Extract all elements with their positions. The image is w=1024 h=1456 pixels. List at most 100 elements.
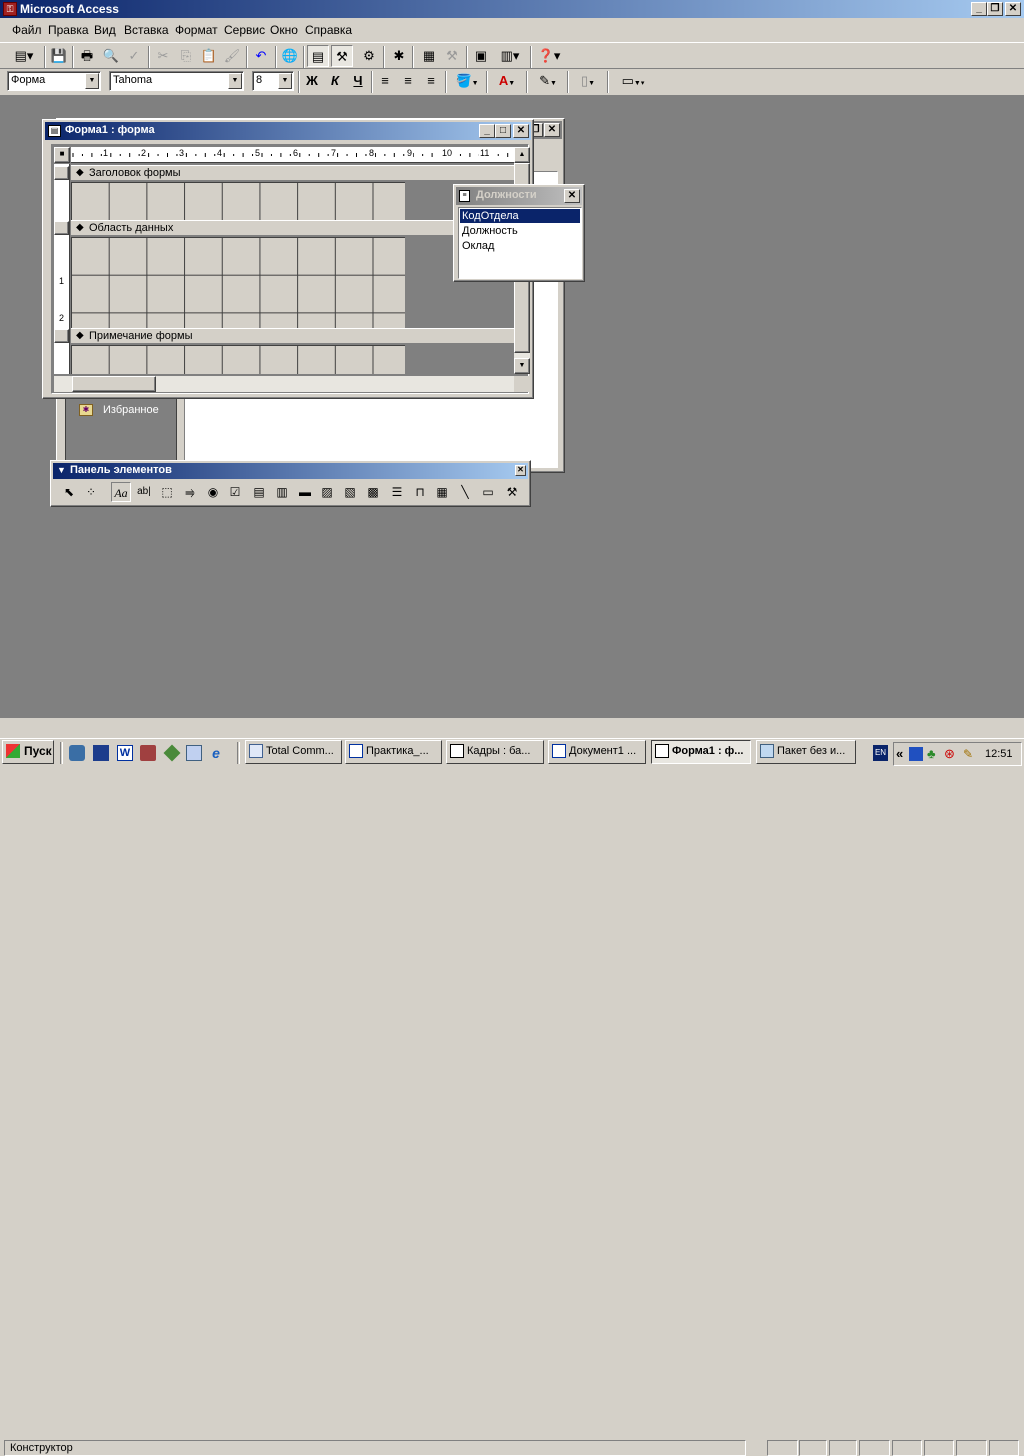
toggle-button-icon[interactable]: ⥤ (180, 482, 200, 502)
paste-icon[interactable]: 📋 (198, 45, 220, 67)
fill-color-icon[interactable]: 🪣▼ (449, 70, 485, 92)
label-icon[interactable]: Aa (111, 482, 131, 502)
form-footer-grid[interactable] (71, 345, 405, 374)
db-window-close-button[interactable]: ✕ (544, 123, 560, 137)
menu-help[interactable]: Справка (305, 23, 352, 37)
form-window-titlebar[interactable]: ▤ Форма1 : форма (45, 122, 531, 140)
taskbar-button[interactable]: Пакет без и... (756, 740, 856, 764)
undo-icon[interactable]: ↶ (250, 45, 272, 67)
form-minimize-button[interactable]: _ (479, 124, 495, 138)
menu-window[interactable]: Окно (270, 23, 298, 37)
line-color-icon[interactable]: ✎▼ (530, 70, 566, 92)
build-icon[interactable]: ⚒ (441, 45, 463, 67)
field-item[interactable]: КодОтдела (460, 209, 580, 223)
view-button[interactable]: ▤▾ (8, 45, 40, 67)
print-icon[interactable]: 🖶 (76, 45, 98, 67)
form-close-button[interactable]: ✕ (513, 124, 529, 138)
field-list-close-button[interactable]: ✕ (564, 189, 580, 203)
network-icon[interactable] (909, 747, 923, 761)
option-button-icon[interactable]: ◉ (203, 482, 223, 502)
command-button-icon[interactable]: ▬ (295, 482, 315, 502)
taskbar-button-active[interactable]: Форма1 : ф... (651, 740, 751, 764)
checkbox-icon[interactable]: ☑ (225, 482, 245, 502)
code-icon[interactable]: ✱ (388, 45, 410, 67)
control-wizards-icon[interactable]: ⁘ (81, 482, 101, 502)
field-list-box[interactable]: КодОтдела Должность Оклад (458, 207, 582, 279)
bold-button[interactable]: Ж (301, 70, 323, 92)
menu-view[interactable]: Вид (94, 23, 116, 37)
new-object-icon[interactable]: ▥▾ (494, 45, 526, 67)
help-icon[interactable]: ❓▾ (534, 45, 564, 67)
detail-grid[interactable] (71, 237, 405, 328)
bound-object-frame-icon[interactable]: ▩ (363, 482, 383, 502)
taskbar-button[interactable]: Кадры : ба... (446, 740, 544, 764)
scroll-down-button[interactable]: ▼ (514, 358, 530, 374)
form-maximize-button[interactable]: □ (495, 124, 511, 138)
acrobat-icon[interactable]: ⊛ (944, 747, 960, 761)
font-size-combo[interactable]: 8 ▼ (252, 71, 294, 91)
toolbox-icon[interactable]: ⚒ (331, 45, 353, 67)
horizontal-scrollbar[interactable] (54, 376, 514, 392)
access-icon[interactable] (140, 745, 156, 761)
list-box-icon[interactable]: ▥ (272, 482, 292, 502)
hyperlink-icon[interactable]: 🌐 (279, 45, 301, 67)
toolbox-menu-arrow-icon[interactable]: ▼ (57, 465, 66, 475)
notes-icon[interactable] (186, 745, 202, 761)
form-header-section-bar[interactable]: ◆ Заголовок формы (71, 165, 516, 181)
font-color-icon[interactable]: A▼ (490, 70, 524, 92)
app-close-button[interactable]: ✕ (1005, 2, 1021, 16)
toolbox-titlebar[interactable]: ▼ Панель элементов ✕ (53, 463, 528, 479)
cut-icon[interactable]: ✂ (152, 45, 174, 67)
green-app-icon[interactable]: ♣ (927, 747, 941, 761)
properties-icon[interactable]: ▦ (418, 45, 440, 67)
save-icon[interactable]: 💾 (48, 45, 70, 67)
menu-tools[interactable]: Сервис (224, 23, 265, 37)
special-effect-icon[interactable]: ▭▼▾ (611, 70, 655, 92)
image-icon[interactable]: ▨ (317, 482, 337, 502)
chevron-down-icon[interactable]: ▼ (278, 73, 292, 89)
form-header-grid[interactable] (71, 182, 405, 220)
form-footer-section-bar[interactable]: ◆ Примечание формы (71, 328, 516, 344)
align-left-icon[interactable]: ≡ (374, 70, 396, 92)
taskbar-button[interactable]: Документ1 ... (548, 740, 646, 764)
app-minimize-button[interactable]: _ (971, 2, 987, 16)
more-controls-icon[interactable]: ⚒ (502, 482, 522, 502)
font-combo[interactable]: Tahoma ▼ (109, 71, 244, 91)
field-item[interactable]: Оклад (460, 239, 580, 253)
pencil-tray-icon[interactable]: ✎ (963, 747, 977, 761)
menu-edit[interactable]: Правка (48, 23, 89, 37)
underline-button[interactable]: Ч (347, 70, 369, 92)
copy-icon[interactable]: ⎘ (175, 45, 197, 67)
field-item[interactable]: Должность (460, 224, 580, 238)
unbound-object-frame-icon[interactable]: ▧ (340, 482, 360, 502)
app-title-bar[interactable]: ⚿ Microsoft Access _ ❐ ✕ (0, 0, 1024, 18)
detail-section-bar[interactable]: ◆ Область данных (71, 220, 516, 236)
select-objects-icon[interactable]: ⬉ (59, 482, 79, 502)
print-preview-icon[interactable]: 🔍 (100, 45, 122, 67)
scroll-up-button[interactable]: ▲ (514, 147, 530, 163)
floppy-icon[interactable] (93, 745, 109, 761)
align-right-icon[interactable]: ≡ (420, 70, 442, 92)
favorites-item[interactable]: Избранное (103, 404, 159, 416)
align-center-icon[interactable]: ≡ (397, 70, 419, 92)
menu-insert[interactable]: Вставка (124, 23, 169, 37)
database-window-icon[interactable]: ▣ (470, 45, 492, 67)
line-width-icon[interactable]: ▯▼ (571, 70, 605, 92)
subform-icon[interactable]: ▦ (432, 482, 452, 502)
explorer-icon[interactable] (69, 745, 85, 761)
scroll-thumb[interactable] (72, 376, 156, 392)
line-icon[interactable]: ╲ (455, 482, 475, 502)
tray-expand-chevron[interactable]: « (896, 746, 903, 761)
option-group-icon[interactable]: ⬚ (157, 482, 177, 502)
autoformat-icon[interactable]: ⚙ (358, 45, 380, 67)
spelling-icon[interactable]: ✓ (123, 45, 145, 67)
ie-icon[interactable]: e (208, 745, 224, 761)
form-selector[interactable]: ■ (54, 147, 70, 163)
field-list-window[interactable]: ≡ Должности ✕ КодОтдела Должность Оклад (453, 184, 585, 282)
menu-format[interactable]: Формат (175, 23, 218, 37)
chevron-down-icon[interactable]: ▼ (85, 73, 99, 89)
menu-file[interactable]: Файл (12, 23, 42, 37)
taskbar-button[interactable]: Total Comm... (245, 740, 342, 764)
language-indicator[interactable]: EN (873, 745, 888, 761)
textbox-icon[interactable]: ab| (134, 482, 154, 502)
